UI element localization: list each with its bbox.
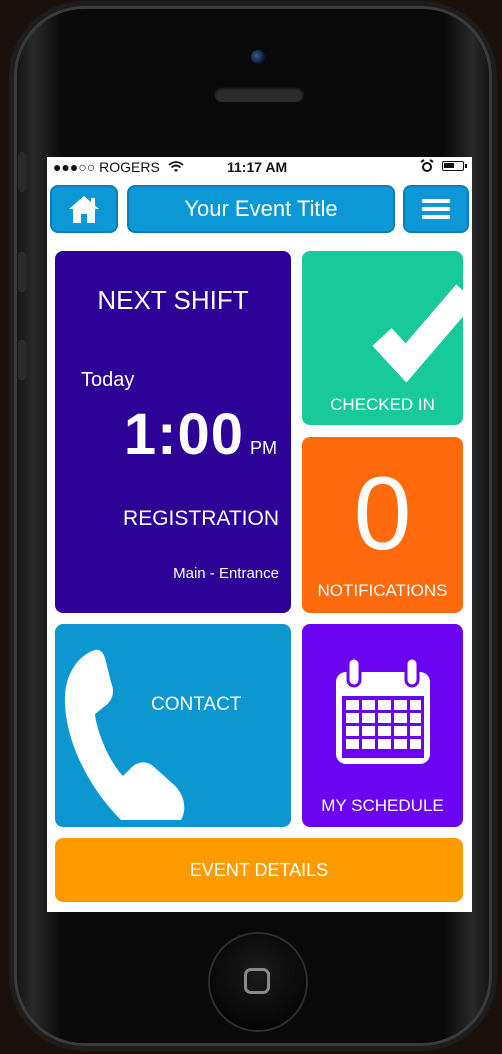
home-icon	[69, 196, 99, 223]
next-shift-tile[interactable]: NEXT SHIFT Today 1:00 PM REGISTRATION Ma…	[55, 251, 291, 613]
shift-day: Today	[81, 369, 135, 391]
event-title: Your Event Title	[184, 196, 338, 221]
event-title-bar: Your Event Title	[127, 185, 395, 233]
my-schedule-label: MY SCHEDULE	[321, 796, 444, 815]
phone-icon	[64, 649, 185, 820]
mute-switch	[18, 152, 26, 192]
volume-up-button	[18, 252, 26, 292]
status-time: 11:17 AM	[227, 159, 288, 175]
shift-role: REGISTRATION	[123, 507, 279, 530]
carrier-label: ●●●○○ ROGERS	[53, 159, 160, 175]
notification-count: 0	[353, 456, 412, 572]
shift-time: 1:00 PM	[124, 401, 277, 468]
hamburger-menu-icon	[422, 195, 450, 223]
contact-tile[interactable]: CONTACT	[55, 624, 291, 827]
calendar-icon	[336, 656, 430, 764]
menu-button[interactable]	[403, 185, 469, 233]
shift-location: Main - Entrance	[173, 565, 279, 582]
event-details-button[interactable]: EVENT DETAILS	[55, 838, 463, 902]
home-button[interactable]	[210, 934, 306, 1030]
front-camera	[251, 50, 265, 64]
carrier-signal: ●●●○○ ROGERS	[53, 159, 184, 175]
top-nav: Your Event Title	[47, 185, 472, 237]
volume-down-button	[18, 340, 26, 380]
wifi-icon	[168, 161, 184, 172]
shift-time-ampm: PM	[250, 438, 277, 458]
checked-in-label: CHECKED IN	[330, 395, 435, 414]
earpiece-speaker	[214, 86, 304, 102]
event-details-label: EVENT DETAILS	[189, 860, 329, 880]
battery-icon	[442, 161, 467, 171]
home-nav-button[interactable]	[50, 185, 118, 233]
app-screen: ●●●○○ ROGERS 11:17 AM Your Event Title N…	[47, 157, 472, 912]
status-bar: ●●●○○ ROGERS 11:17 AM	[47, 157, 472, 179]
alarm-icon	[420, 159, 434, 172]
next-shift-heading: NEXT SHIFT	[97, 285, 249, 315]
checked-in-tile[interactable]: CHECKED IN	[302, 251, 463, 425]
home-button-square	[244, 968, 270, 994]
shift-time-value: 1:00	[123, 402, 244, 467]
my-schedule-tile[interactable]: MY SCHEDULE	[302, 624, 463, 827]
notifications-label: NOTIFICATIONS	[317, 581, 448, 600]
notifications-tile[interactable]: 0 NOTIFICATIONS	[302, 437, 463, 613]
contact-label: CONTACT	[151, 694, 242, 715]
